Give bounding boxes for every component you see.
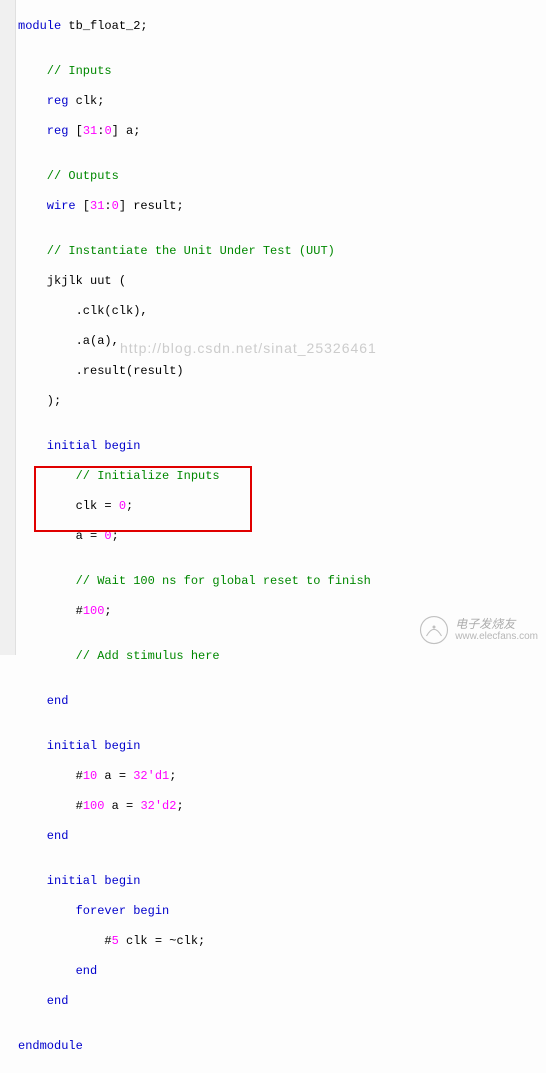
code-line: reg clk; bbox=[18, 94, 546, 109]
code-line: initial begin bbox=[18, 739, 546, 754]
code-line: end bbox=[18, 829, 546, 844]
code-line: initial begin bbox=[18, 439, 546, 454]
site-logo: 电子发烧友 www.elecfans.com bbox=[419, 615, 538, 645]
logo-text-block: 电子发烧友 www.elecfans.com bbox=[455, 617, 538, 643]
code-line: module tb_float_2; bbox=[18, 19, 546, 34]
code-line: #100 a = 32'd2; bbox=[18, 799, 546, 814]
code-line: endmodule bbox=[18, 1039, 546, 1054]
code-line: .clk(clk), bbox=[18, 304, 546, 319]
code-line: jkjlk uut ( bbox=[18, 274, 546, 289]
logo-icon bbox=[419, 615, 449, 645]
code-line: reg [31:0] a; bbox=[18, 124, 546, 139]
code-line: wire [31:0] result; bbox=[18, 199, 546, 214]
line-number-gutter bbox=[0, 0, 16, 655]
code-line: initial begin bbox=[18, 874, 546, 889]
code-line: // Wait 100 ns for global reset to finis… bbox=[18, 574, 546, 589]
code-line: end bbox=[18, 964, 546, 979]
code-line: // Instantiate the Unit Under Test (UUT) bbox=[18, 244, 546, 259]
code-line: a = 0; bbox=[18, 529, 546, 544]
code-editor: module tb_float_2; // Inputs reg clk; re… bbox=[0, 0, 546, 1073]
code-line: #5 clk = ~clk; bbox=[18, 934, 546, 949]
code-line: ); bbox=[18, 394, 546, 409]
logo-cn-text: 电子发烧友 bbox=[455, 617, 538, 631]
code-line: .result(result) bbox=[18, 364, 546, 379]
code-line: clk = 0; bbox=[18, 499, 546, 514]
code-line: end bbox=[18, 994, 546, 1009]
logo-url-text: www.elecfans.com bbox=[455, 631, 538, 643]
code-line: // Inputs bbox=[18, 64, 546, 79]
code-line: // Add stimulus here bbox=[18, 649, 546, 664]
code-line: #10 a = 32'd1; bbox=[18, 769, 546, 784]
code-line: forever begin bbox=[18, 904, 546, 919]
code-line: // Initialize Inputs bbox=[18, 469, 546, 484]
code-line: .a(a), bbox=[18, 334, 546, 349]
code-line: end bbox=[18, 694, 546, 709]
code-line: // Outputs bbox=[18, 169, 546, 184]
